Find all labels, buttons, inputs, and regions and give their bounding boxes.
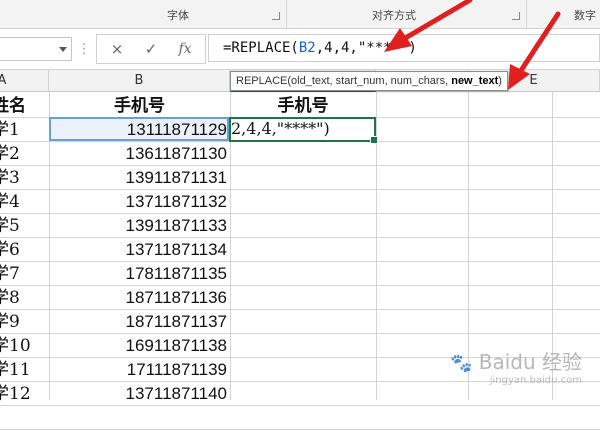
formula-input[interactable]: =REPLACE(B2,4,4,"****")	[208, 34, 600, 62]
paw-icon: 🐾	[449, 353, 473, 374]
header-cell-phone[interactable]: 手机号	[49, 94, 230, 118]
name-cell[interactable]: 学12	[0, 382, 48, 406]
alignment-dialog-launcher-icon[interactable]	[512, 12, 520, 20]
header-cell-name[interactable]: 姓名	[0, 94, 42, 118]
phone-cell[interactable]: 17811871135	[49, 262, 227, 286]
name-box[interactable]	[0, 37, 72, 61]
phone-cell[interactable]: 17111871139	[49, 358, 227, 382]
column-header-b[interactable]: B	[49, 70, 230, 92]
formula-suffix: ,4,4,"****")	[315, 40, 417, 56]
name-cell[interactable]: 学4	[0, 190, 48, 214]
watermark-brand: Baidu 经验	[478, 350, 582, 374]
name-cell[interactable]: 学1	[0, 118, 48, 142]
phone-cell[interactable]: 13611871130	[49, 142, 227, 166]
baidu-watermark: 🐾 Baidu 经验 jingyan.baidu.com	[450, 346, 582, 386]
phone-cell[interactable]: 18711871137	[49, 310, 227, 334]
name-cell[interactable]: 学5	[0, 214, 48, 238]
ribbon-group-number-label: 数字	[574, 9, 596, 22]
enter-check-icon[interactable]: ✓	[137, 37, 165, 61]
tooltip-current-arg: new_text	[451, 75, 499, 87]
column-header-a[interactable]: A	[0, 70, 49, 92]
phone-cell[interactable]: 18711871136	[49, 286, 227, 310]
header-cell-phone-masked[interactable]: 手机号	[230, 94, 376, 118]
column-header-label: E	[529, 73, 538, 88]
phone-cell[interactable]: 13711871140	[49, 382, 227, 406]
name-cell[interactable]: 学11	[0, 358, 48, 382]
formula-bar: ⋮ × ✓ fx =REPLACE(B2,4,4,"****")	[0, 29, 600, 70]
cancel-icon[interactable]: ×	[103, 37, 131, 61]
tooltip-close-paren: )	[498, 75, 502, 87]
name-cell[interactable]: 学6	[0, 238, 48, 262]
column-header-label: A	[0, 73, 7, 88]
ribbon: 字体 对齐方式 数字	[0, 0, 600, 29]
column-header-label: B	[134, 73, 144, 88]
phone-cell[interactable]: 13711871134	[49, 238, 227, 262]
insert-function-icon[interactable]: fx	[171, 37, 199, 61]
phone-cell[interactable]: 13911871133	[49, 214, 227, 238]
formula-reference: B2	[298, 40, 316, 56]
phone-cell[interactable]: 13711871132	[49, 190, 227, 214]
phone-cell[interactable]: 16911871138	[49, 334, 227, 358]
ribbon-group-alignment-label: 对齐方式	[372, 9, 416, 22]
function-argument-tooltip: REPLACE(old_text, start_num, num_chars, …	[230, 71, 508, 91]
phone-cell[interactable]: 13111871129	[49, 118, 227, 142]
name-cell[interactable]: 学7	[0, 262, 48, 286]
formula-prefix: =REPLACE(	[223, 40, 299, 56]
watermark-site: jingyan.baidu.com	[489, 375, 582, 386]
name-cell[interactable]: 学8	[0, 286, 48, 310]
name-cell[interactable]: 学10	[0, 334, 48, 358]
font-dialog-launcher-icon[interactable]	[272, 12, 280, 20]
ribbon-group-font-label: 字体	[167, 9, 189, 22]
ribbon-separator	[526, 0, 527, 28]
ribbon-separator	[286, 0, 287, 28]
formula-buttons: × ✓ fx	[96, 34, 206, 64]
name-cell[interactable]: 学3	[0, 166, 48, 190]
active-cell-editing-text: 2,4,4,"****")	[231, 119, 330, 138]
name-cell[interactable]: 学9	[0, 310, 48, 334]
name-cell[interactable]: 学2	[0, 142, 48, 166]
phone-cell[interactable]: 13911871131	[49, 166, 227, 190]
chevron-down-icon[interactable]	[59, 47, 67, 52]
vertical-dots-icon[interactable]: ⋮	[77, 37, 91, 61]
tooltip-args: REPLACE(old_text, start_num, num_chars,	[236, 75, 452, 87]
